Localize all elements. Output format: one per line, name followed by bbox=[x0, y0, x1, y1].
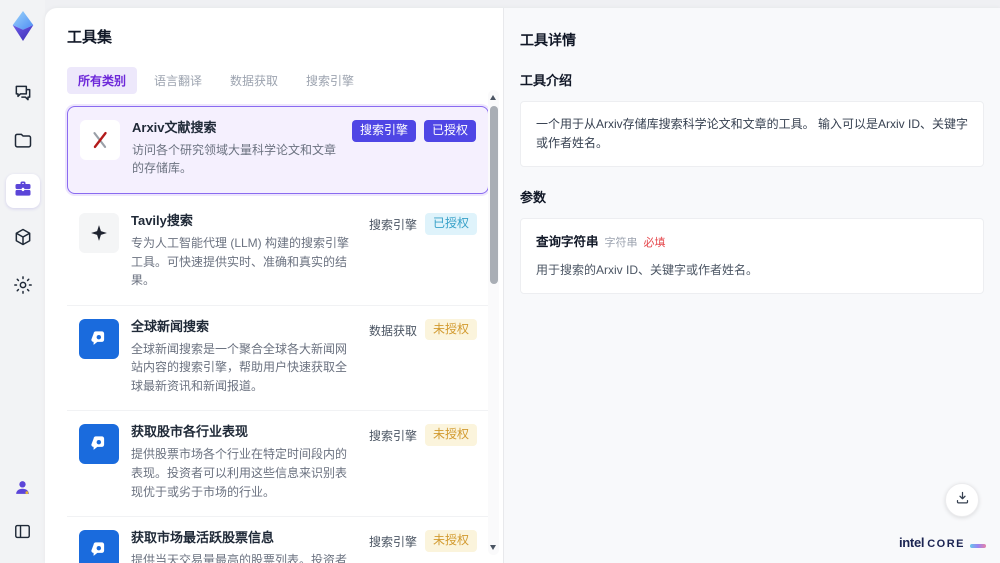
tab-category-1[interactable]: 语言翻译 bbox=[143, 67, 213, 94]
scrollbar-thumb[interactable] bbox=[489, 106, 498, 284]
sidebar-item-files[interactable] bbox=[6, 126, 40, 160]
tab-category-2[interactable]: 数据获取 bbox=[219, 67, 289, 94]
folder-icon bbox=[13, 131, 33, 156]
tool-text: 获取股市各行业表现 提供股票市场各个行业在特定时间段内的表现。投资者可以利用这些… bbox=[131, 424, 357, 501]
tool-category-label: 搜索引擎 bbox=[351, 120, 416, 142]
tool-meta: 搜索引擎 未授权 bbox=[369, 424, 477, 501]
cube-icon bbox=[13, 227, 33, 252]
tool-card[interactable]: Arxiv文献搜索 访问各个研究领域大量科学论文和文章的存储库。 搜索引擎 已授… bbox=[67, 106, 489, 195]
tool-title: Tavily搜索 bbox=[131, 213, 193, 229]
tool-auth-badge: 未授权 bbox=[424, 424, 477, 447]
sidebar-item-chat[interactable] bbox=[6, 78, 40, 112]
tool-auth-badge: 未授权 bbox=[424, 530, 477, 552]
tool-meta: 搜索引擎 已授权 bbox=[351, 120, 476, 178]
sidebar-nav bbox=[5, 78, 40, 304]
tool-category-label: 搜索引擎 bbox=[368, 535, 417, 550]
tool-card[interactable]: Tavily搜索 专为人工智能代理 (LLM) 构建的搜索引擎工具。可快速提供实… bbox=[67, 200, 489, 306]
sidebar-item-tools[interactable] bbox=[5, 174, 40, 208]
tool-meta: 搜索引擎 已授权 bbox=[369, 213, 477, 290]
tool-title: 获取股市各行业表现 bbox=[131, 424, 249, 440]
tool-details-pane: 工具详情 工具介绍 一个用于从Arxiv存储库搜索科学论文和文章的工具。 输入可… bbox=[504, 8, 1000, 563]
tool-description: 提供股票市场各个行业在特定时间段内的表现。投资者可以利用这些信息来识别表现优于或… bbox=[131, 447, 348, 499]
sidebar-item-collapse-panel[interactable] bbox=[6, 517, 40, 551]
tool-card[interactable]: 全球新闻搜索 全球新闻搜索是一个聚合全球各大新闻网站内容的搜索引擎，帮助用户快速… bbox=[67, 306, 489, 412]
tool-title: Arxiv文献搜索 bbox=[132, 120, 217, 135]
sidebar-bottom bbox=[6, 473, 40, 551]
tool-intro-text: 一个用于从Arxiv存储库搜索科学论文和文章的工具。 输入可以是Arxiv ID… bbox=[536, 117, 969, 151]
parameter-type: 字符串 bbox=[604, 237, 638, 250]
intro-section-title: 工具介绍 bbox=[520, 73, 573, 88]
tool-text: Arxiv文献搜索 访问各个研究领域大量科学论文和文章的存储库。 bbox=[132, 120, 340, 178]
tavily-star-icon bbox=[79, 213, 119, 254]
tool-description: 访问各个研究领域大量科学论文和文章的存储库。 bbox=[132, 142, 337, 176]
parameter-description: 用于搜索的Arxiv ID、关键字或作者姓名。 bbox=[536, 262, 759, 277]
tool-card-list: Arxiv文献搜索 访问各个研究领域大量科学论文和文章的存储库。 搜索引擎 已授… bbox=[67, 106, 489, 563]
tab-category-0[interactable]: 所有类别 bbox=[67, 67, 138, 94]
tool-text: 全球新闻搜索 全球新闻搜索是一个聚合全球各大新闻网站内容的搜索引擎，帮助用户快速… bbox=[131, 319, 357, 396]
parameter-header: 查询字符串 字符串 必填 bbox=[536, 232, 968, 253]
tool-intro-box: 一个用于从Arxiv存储库搜索科学论文和文章的工具。 输入可以是Arxiv ID… bbox=[520, 101, 984, 168]
page-title: 工具集 bbox=[67, 29, 113, 46]
parameter-name: 查询字符串 bbox=[536, 235, 599, 250]
tool-list-pane: 工具集 所有类别 语言翻译 数据获取 搜索引擎 Arxiv文献搜索 访问各个研究领域大… bbox=[45, 8, 503, 563]
news-bubble-icon bbox=[79, 530, 119, 563]
news-bubble-icon bbox=[79, 424, 119, 465]
chat-icon bbox=[13, 83, 33, 108]
app-window: 工具集 所有类别 语言翻译 数据获取 搜索引擎 Arxiv文献搜索 访问各个研究领域大… bbox=[0, 0, 1000, 563]
tool-card[interactable]: 获取股市各行业表现 提供股票市场各个行业在特定时间段内的表现。投资者可以利用这些… bbox=[67, 411, 489, 518]
parameter-required-flag: 必填 bbox=[643, 237, 666, 250]
list-scrollbar[interactable] bbox=[488, 90, 499, 555]
download-button[interactable] bbox=[945, 483, 979, 517]
sidebar-rail bbox=[0, 0, 45, 563]
tool-auth-badge: 已授权 bbox=[423, 120, 476, 142]
core-wordmark: core bbox=[927, 538, 965, 550]
tool-card[interactable]: 获取市场最活跃股票信息 提供当天交易量最高的股票列表。投资者可以利用这些信息来识… bbox=[67, 517, 489, 563]
sidebar-item-models[interactable] bbox=[6, 222, 40, 256]
gear-icon bbox=[13, 275, 33, 300]
news-bubble-icon bbox=[79, 318, 119, 359]
category-tabs: 所有类别 语言翻译 数据获取 搜索引擎 bbox=[67, 67, 503, 94]
tool-category-label: 数据获取 bbox=[368, 323, 417, 338]
intel-wordmark: intel bbox=[898, 535, 925, 550]
parameter-box: 查询字符串 字符串 必填 用于搜索的Arxiv ID、关键字或作者姓名。 bbox=[520, 218, 984, 295]
ultra-gradient-mark bbox=[970, 544, 986, 548]
scrollbar-down-arrow-icon[interactable] bbox=[490, 545, 496, 550]
tool-text: 获取市场最活跃股票信息 提供当天交易量最高的股票列表。投资者可以利用这些信息来识… bbox=[131, 530, 357, 563]
panel-toggle-icon bbox=[13, 522, 32, 546]
tool-title: 全球新闻搜索 bbox=[131, 318, 210, 334]
arxiv-icon bbox=[80, 120, 120, 160]
tool-description: 提供当天交易量最高的股票列表。投资者可以利用这些信息来识别流动性强的股票和潜在的… bbox=[131, 552, 348, 563]
tool-auth-badge: 已授权 bbox=[424, 213, 477, 235]
intel-core-logo: intel core bbox=[899, 535, 986, 550]
download-icon bbox=[955, 490, 970, 510]
tool-meta: 搜索引擎 未授权 bbox=[369, 530, 477, 563]
user-icon bbox=[13, 478, 32, 502]
tool-description: 全球新闻搜索是一个聚合全球各大新闻网站内容的搜索引擎，帮助用户快速获取全球最新资… bbox=[131, 341, 348, 393]
sidebar-item-settings[interactable] bbox=[6, 270, 40, 304]
main-panel: 工具集 所有类别 语言翻译 数据获取 搜索引擎 Arxiv文献搜索 访问各个研究领域大… bbox=[45, 8, 1000, 563]
tool-auth-badge: 未授权 bbox=[424, 318, 477, 341]
tool-meta: 数据获取 未授权 bbox=[368, 318, 477, 396]
tool-description: 专为人工智能代理 (LLM) 构建的搜索引擎工具。可快速提供实时、准确和真实的结… bbox=[131, 235, 350, 288]
tool-text: Tavily搜索 专为人工智能代理 (LLM) 构建的搜索引擎工具。可快速提供实… bbox=[131, 213, 357, 290]
tool-title: 获取市场最活跃股票信息 bbox=[131, 530, 275, 546]
tab-category-3[interactable]: 搜索引擎 bbox=[295, 67, 365, 94]
app-logo-icon[interactable] bbox=[6, 8, 40, 44]
sidebar-item-account[interactable] bbox=[6, 473, 40, 507]
params-section-title: 参数 bbox=[520, 190, 547, 206]
tool-category-label: 搜索引擎 bbox=[368, 429, 417, 444]
scrollbar-up-arrow-icon[interactable] bbox=[490, 95, 496, 100]
briefcase-icon bbox=[13, 179, 33, 204]
tool-category-label: 搜索引擎 bbox=[368, 218, 417, 233]
details-title: 工具详情 bbox=[520, 32, 576, 48]
